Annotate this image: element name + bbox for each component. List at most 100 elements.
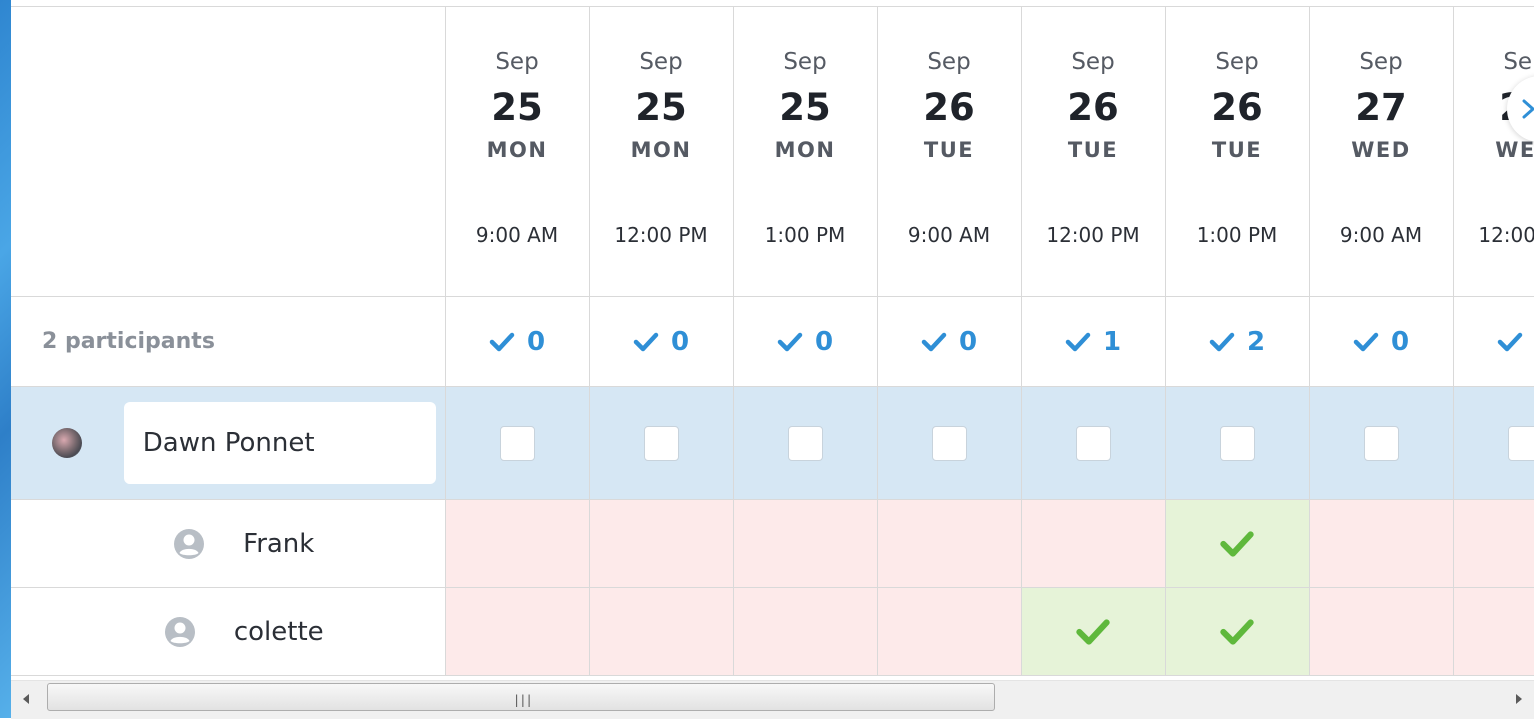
option-checkbox-cell	[1309, 387, 1453, 500]
vote-no-cell	[877, 500, 1021, 588]
vote-count-value: 2	[1247, 327, 1265, 357]
participant-name-cell: Frank	[11, 500, 445, 588]
option-vote-count: 2	[1165, 297, 1309, 387]
vote-no-cell	[589, 588, 733, 676]
scroll-right-button[interactable]	[1504, 681, 1534, 719]
horizontal-scrollbar[interactable]: |||	[11, 680, 1534, 719]
vote-no-cell	[733, 500, 877, 588]
option-time: 9:00 AM	[878, 223, 1021, 247]
user-circle-icon	[164, 616, 196, 648]
date-option-header: Sep27WED12:00 PM	[1453, 7, 1534, 297]
option-day: 25	[446, 86, 589, 130]
option-checkbox[interactable]	[644, 426, 679, 461]
option-day: 26	[1022, 86, 1165, 130]
option-time: 9:00 AM	[446, 223, 589, 247]
checkmark-icon	[921, 331, 947, 353]
option-checkbox[interactable]	[1220, 426, 1255, 461]
scrollbar-thumb[interactable]: |||	[47, 683, 995, 711]
option-weekday: TUE	[1166, 138, 1309, 162]
option-vote-count: 0	[1309, 297, 1453, 387]
poll-table-viewport: Sep25MON9:00 AMSep25MON12:00 PMSep25MON1…	[11, 0, 1534, 680]
name-input[interactable]	[124, 402, 436, 484]
vote-count-row: 2 participants 00001200	[11, 297, 1534, 387]
grip-icon: |||	[513, 693, 532, 707]
participant-name: Frank	[243, 529, 314, 559]
option-vote-count: 0	[445, 297, 589, 387]
option-day: 26	[1166, 86, 1309, 130]
checkmark-icon	[1219, 529, 1255, 559]
option-checkbox-cell	[877, 387, 1021, 500]
arrow-right-icon	[1516, 694, 1522, 704]
vote-no-cell	[1021, 500, 1165, 588]
window-left-edge	[0, 0, 11, 718]
checkmark-icon	[1075, 617, 1111, 647]
header-corner	[11, 7, 445, 297]
option-checkbox-cell	[445, 387, 589, 500]
participant-name: colette	[234, 617, 324, 647]
checkmark-icon	[633, 331, 659, 353]
option-checkbox[interactable]	[932, 426, 967, 461]
arrow-left-icon	[23, 694, 29, 704]
checkmark-icon	[489, 331, 515, 353]
date-option-header: Sep27WED9:00 AM	[1309, 7, 1453, 297]
vote-count-value: 0	[815, 327, 833, 357]
vote-count-value: 0	[1391, 327, 1409, 357]
option-vote-count: 0	[589, 297, 733, 387]
option-checkbox[interactable]	[788, 426, 823, 461]
vote-no-cell	[1453, 500, 1534, 588]
date-option-header: Sep 25 MON 9:00 AM	[445, 7, 589, 297]
option-checkbox-cell	[1453, 387, 1534, 500]
date-option-header: Sep 26 TUE 12:00 PM	[1021, 7, 1165, 297]
option-day: 27	[1310, 86, 1453, 130]
option-weekday: TUE	[1022, 138, 1165, 162]
checkmark-icon	[1497, 331, 1523, 353]
option-vote-count: 1	[1021, 297, 1165, 387]
option-month: Sep	[590, 49, 733, 75]
vote-count-value: 0	[671, 327, 689, 357]
option-month: Sep	[734, 49, 877, 75]
option-weekday: TUE	[878, 138, 1021, 162]
option-time: 1:00 PM	[734, 223, 877, 247]
checkmark-icon	[1065, 331, 1091, 353]
option-month: Sep	[1310, 49, 1453, 75]
scroll-left-button[interactable]	[11, 681, 41, 719]
option-month: Sep	[446, 49, 589, 75]
checkmark-icon	[1219, 617, 1255, 647]
option-checkbox[interactable]	[1364, 426, 1399, 461]
checkmark-icon	[777, 331, 803, 353]
option-checkbox[interactable]	[500, 426, 535, 461]
vote-no-cell	[877, 588, 1021, 676]
participants-count: 2 participants	[11, 297, 445, 387]
vote-no-cell	[1453, 588, 1534, 676]
current-user-name-cell	[11, 387, 445, 500]
option-checkbox-cell	[589, 387, 733, 500]
option-checkbox-cell	[733, 387, 877, 500]
option-time: 12:00 PM	[1454, 223, 1534, 247]
checkmark-icon	[1209, 331, 1235, 353]
option-checkbox-cell	[1165, 387, 1309, 500]
option-month: Sep	[1166, 49, 1309, 75]
option-day: 25	[734, 86, 877, 130]
user-photo-avatar	[52, 428, 82, 458]
option-checkbox-cell	[1021, 387, 1165, 500]
option-checkbox[interactable]	[1076, 426, 1111, 461]
option-weekday: MON	[446, 138, 589, 162]
option-time: 12:00 PM	[1022, 223, 1165, 247]
chevron-right-icon	[1519, 98, 1534, 120]
poll-table: Sep25MON9:00 AMSep25MON12:00 PMSep25MON1…	[11, 6, 1534, 676]
vote-no-cell	[445, 500, 589, 588]
option-month: Sep	[1454, 49, 1534, 75]
option-month: Sep	[878, 49, 1021, 75]
vote-no-cell	[1309, 588, 1453, 676]
date-option-header: Sep25MON1:00 PM	[733, 7, 877, 297]
participant-row: colette	[11, 588, 1534, 676]
vote-no-cell	[733, 588, 877, 676]
option-weekday: WED	[1310, 138, 1453, 162]
vote-no-cell	[1309, 500, 1453, 588]
option-checkbox[interactable]	[1508, 426, 1534, 461]
option-month: Sep	[1022, 49, 1165, 75]
option-weekday: WED	[1454, 138, 1534, 162]
option-vote-count: 0	[1453, 297, 1534, 387]
option-time: 1:00 PM	[1166, 223, 1309, 247]
option-vote-count: 0	[877, 297, 1021, 387]
